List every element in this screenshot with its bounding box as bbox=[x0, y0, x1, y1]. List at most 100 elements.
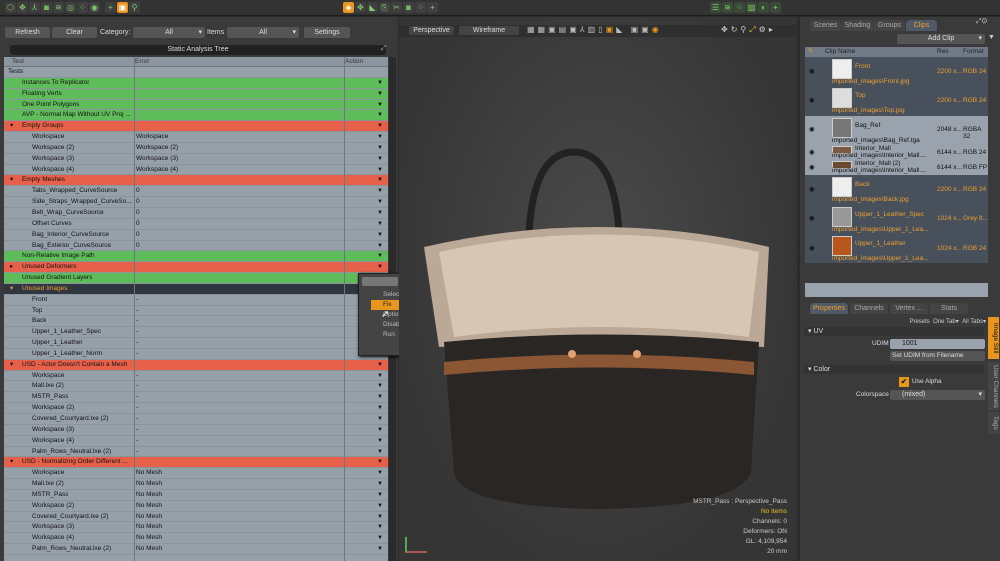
settings-button[interactable]: Settings bbox=[304, 27, 350, 38]
clip-row[interactable]: ◉ Upper_1_Leather_Spec imported_images\Upp… bbox=[805, 204, 988, 234]
action-dropdown-icon[interactable]: ▼ bbox=[377, 403, 383, 414]
action-dropdown-icon[interactable]: ▼ bbox=[377, 533, 383, 544]
move-icon[interactable]: ✥ bbox=[355, 2, 366, 13]
one-tab-button[interactable]: One Tab bbox=[933, 319, 956, 325]
action-dropdown-icon[interactable]: ▼ bbox=[377, 241, 383, 252]
tree-row[interactable]: Bag_Exterior_CurveSource 0 ▼ bbox=[4, 241, 388, 252]
tab-stats[interactable]: Stats bbox=[930, 303, 968, 314]
tree-row[interactable]: Workspace (2) Workspace (2) ▼ bbox=[4, 143, 388, 154]
menu-item-run[interactable]: Run bbox=[371, 330, 401, 340]
set-udim-button[interactable]: Set UDIM from Filename bbox=[890, 351, 985, 361]
action-dropdown-icon[interactable]: ▼ bbox=[377, 121, 383, 132]
category-select[interactable]: All ▾ bbox=[133, 27, 205, 38]
tree-row[interactable]: ▾Unused Images▼ bbox=[4, 283, 388, 295]
menu-item-disable[interactable]: Disable bbox=[371, 320, 405, 330]
image-icon[interactable]: ▨ bbox=[746, 2, 757, 13]
layers-icon[interactable]: ≋ bbox=[722, 2, 733, 13]
side-tab-image-still[interactable]: Image Still bbox=[988, 317, 999, 359]
expand-arrow-icon[interactable]: ▸ bbox=[10, 262, 13, 273]
action-dropdown-icon[interactable]: ▼ bbox=[377, 186, 383, 197]
tree-row[interactable]: Offset Curves 0 ▼ bbox=[4, 219, 388, 230]
collapse-arrow-icon[interactable]: ▾ bbox=[10, 121, 13, 132]
tree-row[interactable]: Unused Gradient Layers▼ bbox=[4, 273, 388, 284]
action-dropdown-icon[interactable]: ▼ bbox=[377, 479, 383, 490]
tree-row[interactable]: ▸ Unused Deformers ▼ bbox=[4, 262, 388, 274]
action-dropdown-icon[interactable]: ▼ bbox=[377, 501, 383, 512]
action-dropdown-icon[interactable]: ▼ bbox=[377, 143, 383, 154]
tree-row[interactable]: Upper_1_Leather-▼ bbox=[4, 338, 388, 349]
cube-icon[interactable]: ⬡ bbox=[5, 2, 16, 13]
tree-row[interactable]: Workspace (3) Workspace (3) ▼ bbox=[4, 154, 388, 165]
action-dropdown-icon[interactable]: ▼ bbox=[377, 262, 383, 273]
items-select[interactable]: All ▾ bbox=[227, 27, 299, 38]
column-clip-name[interactable]: Clip Name bbox=[825, 47, 855, 57]
tree-row[interactable]: Covered_Courtyard.lxe (2) - ▼ bbox=[4, 414, 388, 425]
action-dropdown-icon[interactable]: ▼ bbox=[377, 457, 383, 468]
tree-row[interactable]: Workspace - ▼ bbox=[4, 371, 388, 382]
tree-row[interactable]: ▾Tests bbox=[4, 67, 388, 78]
tree-row[interactable]: Covered_Courtyard.lxe (2) No Mesh ▼ bbox=[4, 512, 388, 523]
all-tabs-button[interactable]: All Tabs bbox=[962, 319, 983, 325]
tree-row[interactable]: Floating Verts ▼ bbox=[4, 88, 388, 100]
tree-row[interactable]: Bag_Interior_CurveSource 0 ▼ bbox=[4, 230, 388, 241]
frame-icon[interactable]: ▣ bbox=[117, 2, 128, 13]
action-dropdown-icon[interactable]: ▼ bbox=[377, 381, 383, 392]
eye-icon[interactable]: ◉ bbox=[809, 244, 815, 252]
tree-row[interactable]: Belt_Wrap_CurveSource 0 ▼ bbox=[4, 208, 388, 219]
eye-icon[interactable]: ◉ bbox=[809, 214, 815, 222]
tree-row[interactable]: Workspace (4) - ▼ bbox=[4, 436, 388, 447]
action-dropdown-icon[interactable]: ▼ bbox=[377, 175, 383, 186]
eye-icon[interactable]: ◉ bbox=[809, 163, 815, 171]
tree-row[interactable]: Tabs_Wrapped_CurveSource 0 ▼ bbox=[4, 186, 388, 198]
side-tab-user-channels[interactable]: User Channels bbox=[988, 362, 999, 410]
cut-icon[interactable]: ✂ bbox=[391, 2, 402, 13]
tab-properties[interactable]: Properties bbox=[810, 303, 848, 314]
action-dropdown-icon[interactable]: ▼ bbox=[377, 100, 383, 111]
tree-row[interactable]: Upper_1_Leather_Norm-▼ bbox=[4, 349, 388, 360]
tree-row[interactable]: MSTR_Pass No Mesh ▼ bbox=[4, 490, 388, 501]
tree-row[interactable]: Workspace (4) Workspace (4) ▼ bbox=[4, 165, 388, 176]
eye-icon[interactable]: ◉ bbox=[809, 148, 815, 156]
list-icon[interactable]: ☰ bbox=[710, 2, 721, 13]
action-dropdown-icon[interactable]: ▼ bbox=[377, 360, 383, 371]
action-dropdown-icon[interactable]: ▼ bbox=[377, 132, 383, 143]
tree-row[interactable]: Palm_Rows_Neutral.lxe (2) - ▼ bbox=[4, 447, 388, 458]
toggle-icon[interactable]: ◐ bbox=[758, 2, 769, 13]
eye-icon[interactable]: ◉ bbox=[809, 96, 815, 104]
column-test[interactable]: Test bbox=[12, 57, 24, 67]
tree-row[interactable]: Workspace Workspace ▼ bbox=[4, 132, 388, 143]
eye-icon[interactable]: ◉ bbox=[809, 67, 815, 75]
tree-row[interactable]: Side_Straps_Wrapped_CurveSo... 0 ▼ bbox=[4, 197, 388, 208]
eye-icon[interactable]: ◉ bbox=[809, 125, 815, 133]
clip-row[interactable]: ◉ Interior_Mall imported_images\Interior_M… bbox=[805, 145, 988, 161]
filter-icon[interactable]: ▼ bbox=[988, 34, 995, 41]
tree-row[interactable]: Instances To Replicator ▼ bbox=[4, 77, 388, 89]
tab-vertex[interactable]: Vertex ... bbox=[890, 303, 928, 314]
camera-icon[interactable]: ◙ bbox=[403, 2, 414, 13]
action-dropdown-icon[interactable]: ▼ bbox=[377, 251, 383, 262]
tree-row[interactable]: ▾ USD - Normalizing Order Different ... ▼ bbox=[4, 457, 388, 469]
tree-row[interactable]: Top-▼ bbox=[4, 306, 388, 317]
tree-row[interactable]: Non-Relative Image Path ▼ bbox=[4, 251, 388, 263]
tree-row[interactable]: MSTR_Pass - ▼ bbox=[4, 392, 388, 404]
tree-row[interactable]: Back-▼ bbox=[4, 316, 388, 328]
dots-icon[interactable]: ⁘ bbox=[734, 2, 745, 13]
tree-row[interactable]: Upper_1_Leather_Spec-▼ bbox=[4, 327, 388, 339]
add-clip-button[interactable]: Add Clip ▾ bbox=[897, 34, 985, 44]
side-tab-tags[interactable]: Tags bbox=[988, 412, 999, 434]
settings-gear-icon[interactable]: ⤢⚙ bbox=[976, 18, 987, 26]
export-icon[interactable]: ⎘ bbox=[379, 2, 390, 13]
maximize-icon[interactable]: ⤢ bbox=[381, 45, 387, 53]
tab-shading[interactable]: Shading bbox=[842, 20, 873, 31]
column-error[interactable]: Error bbox=[135, 57, 149, 67]
action-dropdown-icon[interactable]: ▼ bbox=[377, 110, 383, 121]
action-dropdown-icon[interactable]: ▼ bbox=[377, 468, 383, 479]
action-dropdown-icon[interactable]: ▼ bbox=[377, 447, 383, 458]
clip-row[interactable]: ◉ Interior_Mall (2) imported_images\Interi… bbox=[805, 160, 988, 176]
search-icon[interactable]: ⚲ bbox=[129, 2, 140, 13]
move-icon[interactable]: ✥ bbox=[17, 2, 28, 13]
udim-input[interactable]: 1001 bbox=[890, 339, 985, 349]
tab-clips[interactable]: Clips bbox=[906, 20, 937, 31]
action-dropdown-icon[interactable]: ▼ bbox=[377, 544, 383, 555]
action-dropdown-icon[interactable]: ▼ bbox=[377, 78, 383, 89]
